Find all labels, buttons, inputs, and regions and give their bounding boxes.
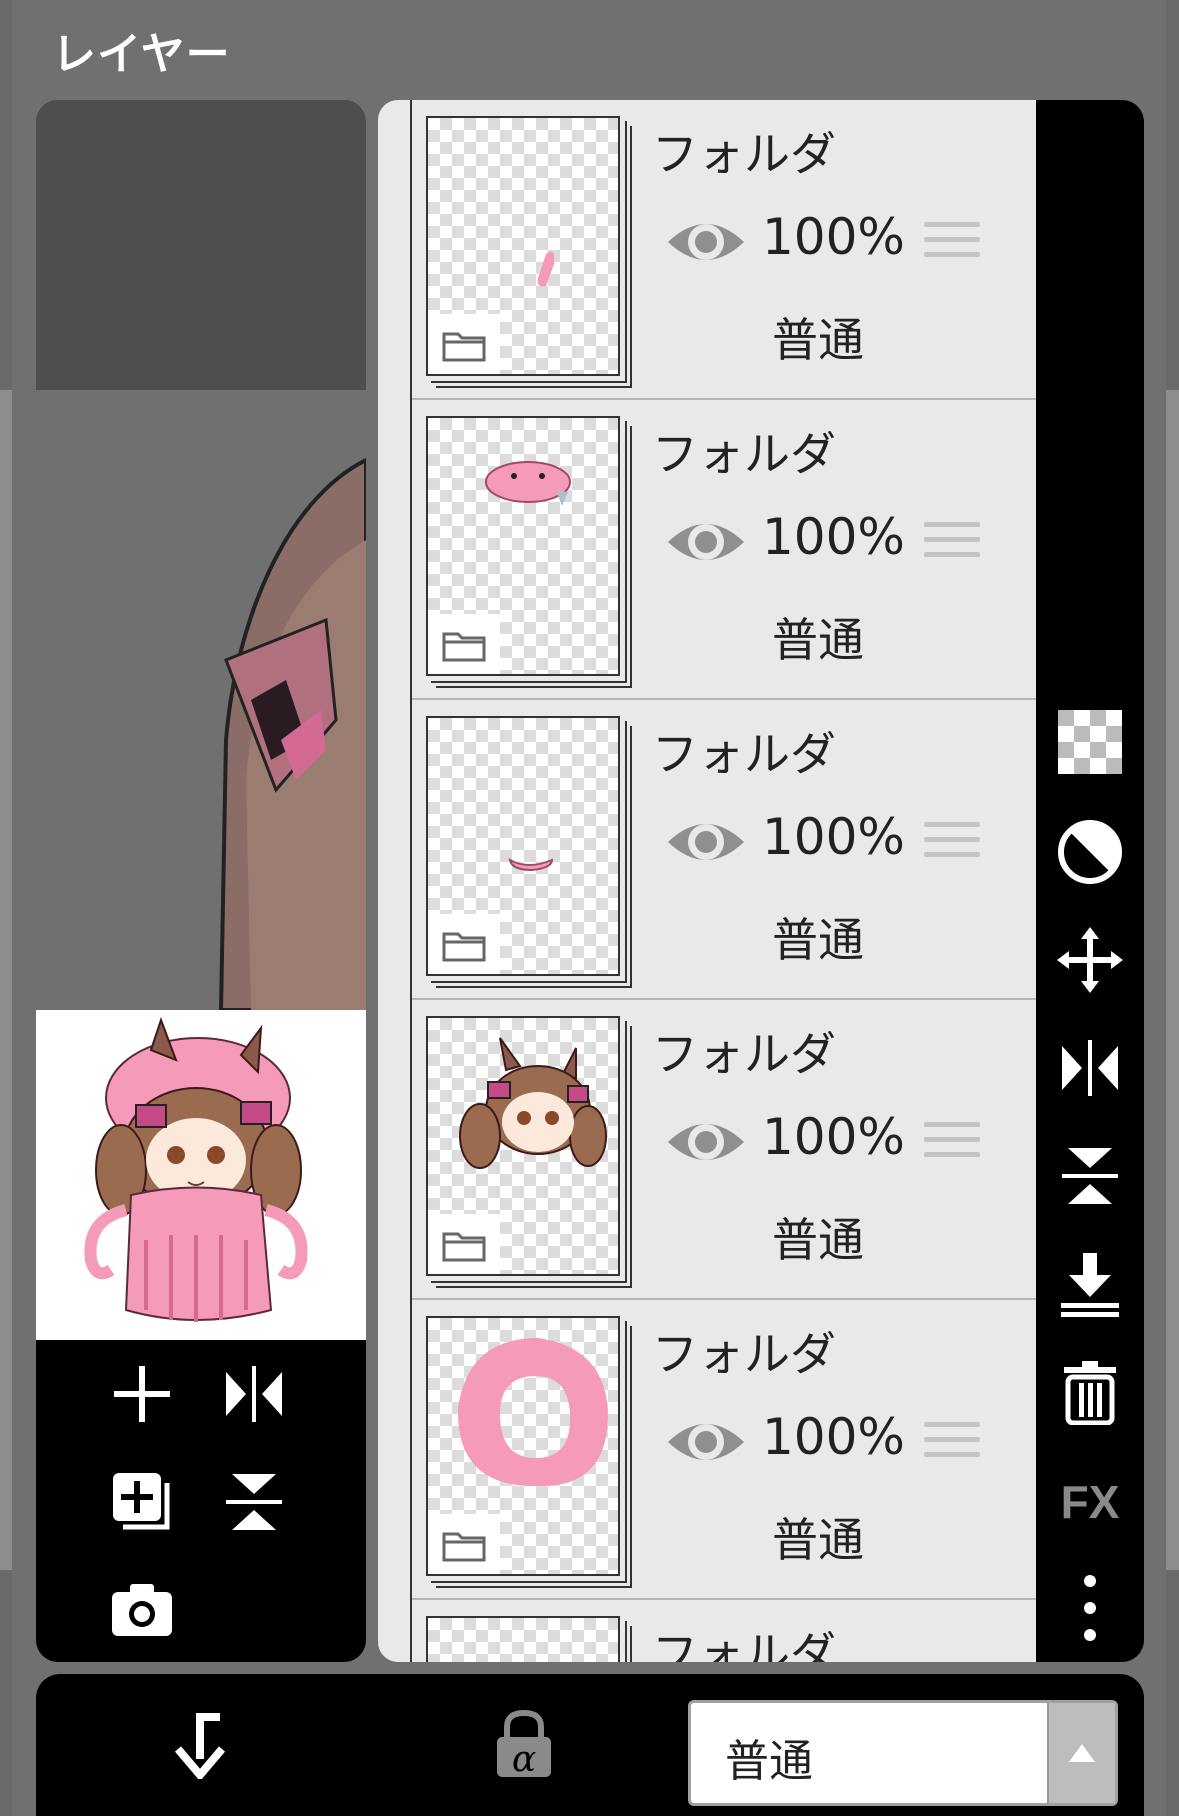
visibility-eye-icon[interactable]: [664, 1412, 748, 1472]
layer-thumbnail: [426, 1316, 642, 1590]
right-toolbar: FX: [1036, 100, 1144, 1662]
more-icon[interactable]: [1052, 1570, 1128, 1646]
clipping-icon[interactable]: [1052, 814, 1128, 890]
layer-blend-mode: 普通: [772, 1513, 864, 1567]
folder-icon: [428, 1514, 500, 1574]
blend-mode-value: 普通: [725, 1736, 813, 1787]
layer-name: フォルダ: [652, 427, 836, 481]
layer-row[interactable]: フォルダ 100% 普通: [412, 400, 1036, 700]
layer-row[interactable]: フォルダ 100% 普通: [412, 1000, 1036, 1300]
layer-blend-mode: 普通: [772, 913, 864, 967]
dropdown-arrow-icon[interactable]: [1047, 1703, 1115, 1803]
visibility-eye-icon[interactable]: [664, 1112, 748, 1172]
merge-down-icon[interactable]: [1052, 1246, 1128, 1322]
svg-text:α: α: [512, 1739, 536, 1779]
layer-thumbnail: [426, 1616, 642, 1662]
layer-opacity[interactable]: 100%: [762, 208, 905, 266]
clipping-arrow-icon[interactable]: [150, 1694, 250, 1794]
layer-thumbnail: [426, 416, 642, 690]
folder-icon: [428, 1214, 500, 1274]
layer-list[interactable]: フォルダ 100% 普通 フォルダ 100% 普通 フォルダ 100% 普通 フ…: [378, 100, 1036, 1662]
drag-handle-icon[interactable]: [924, 822, 980, 866]
layer-row[interactable]: フォルダ: [412, 1600, 1036, 1662]
layer-name: フォルダ: [652, 727, 836, 781]
flip-horizontal-icon[interactable]: [1052, 1030, 1128, 1106]
preview-artwork: [84, 1017, 308, 1322]
bottom-bar: α 普通: [36, 1674, 1144, 1816]
fx-icon[interactable]: FX: [1052, 1464, 1128, 1540]
left-column: [36, 100, 366, 1662]
folder-icon: [428, 314, 500, 374]
visibility-eye-icon[interactable]: [664, 212, 748, 272]
flip-vertical-icon[interactable]: [214, 1462, 294, 1542]
transparency-icon[interactable]: [1052, 704, 1128, 780]
layer-row[interactable]: フォルダ 100% 普通: [412, 700, 1036, 1000]
canvas-artwork: [218, 457, 366, 1010]
drag-handle-icon[interactable]: [924, 1122, 980, 1166]
panel-title: レイヤー: [52, 29, 231, 80]
visibility-eye-icon[interactable]: [664, 812, 748, 872]
left-tool-grid: [36, 1340, 366, 1662]
add-copy-layer-icon[interactable]: [102, 1462, 182, 1542]
layer-blend-mode: 普通: [772, 313, 864, 367]
layer-opacity[interactable]: 100%: [762, 808, 905, 866]
drag-handle-icon[interactable]: [924, 522, 980, 566]
alpha-lock-icon[interactable]: α: [474, 1694, 574, 1794]
canvas-view[interactable]: [36, 100, 366, 1010]
drag-handle-icon[interactable]: [924, 222, 980, 266]
layer-name: フォルダ: [652, 1327, 836, 1381]
layer-blend-mode: 普通: [772, 1213, 864, 1267]
layer-opacity[interactable]: 100%: [762, 508, 905, 566]
layer-row[interactable]: フォルダ 100% 普通: [412, 1300, 1036, 1600]
camera-icon[interactable]: [102, 1570, 182, 1650]
layer-thumbnail: [426, 1016, 642, 1290]
flip-horizontal-icon[interactable]: [214, 1354, 294, 1434]
layer-blend-mode: 普通: [772, 613, 864, 667]
flip-vertical-icon[interactable]: [1052, 1138, 1128, 1214]
layer-name: フォルダ: [652, 1027, 836, 1081]
blend-mode-select[interactable]: 普通: [688, 1700, 1118, 1806]
trash-icon[interactable]: [1052, 1354, 1128, 1430]
folder-icon: [428, 914, 500, 974]
canvas-preview[interactable]: [36, 1010, 366, 1340]
layer-thumbnail: [426, 116, 642, 390]
layer-name: フォルダ: [652, 127, 836, 181]
layer-opacity[interactable]: 100%: [762, 1108, 905, 1166]
layer-thumbnail: [426, 716, 642, 990]
visibility-eye-icon[interactable]: [664, 512, 748, 572]
layer-row[interactable]: フォルダ 100% 普通: [412, 100, 1036, 400]
layer-name: フォルダ: [652, 1627, 836, 1662]
drag-handle-icon[interactable]: [924, 1422, 980, 1466]
layer-opacity[interactable]: 100%: [762, 1408, 905, 1466]
add-layer-icon[interactable]: [102, 1354, 182, 1434]
move-icon[interactable]: [1052, 922, 1128, 998]
folder-icon: [428, 614, 500, 674]
